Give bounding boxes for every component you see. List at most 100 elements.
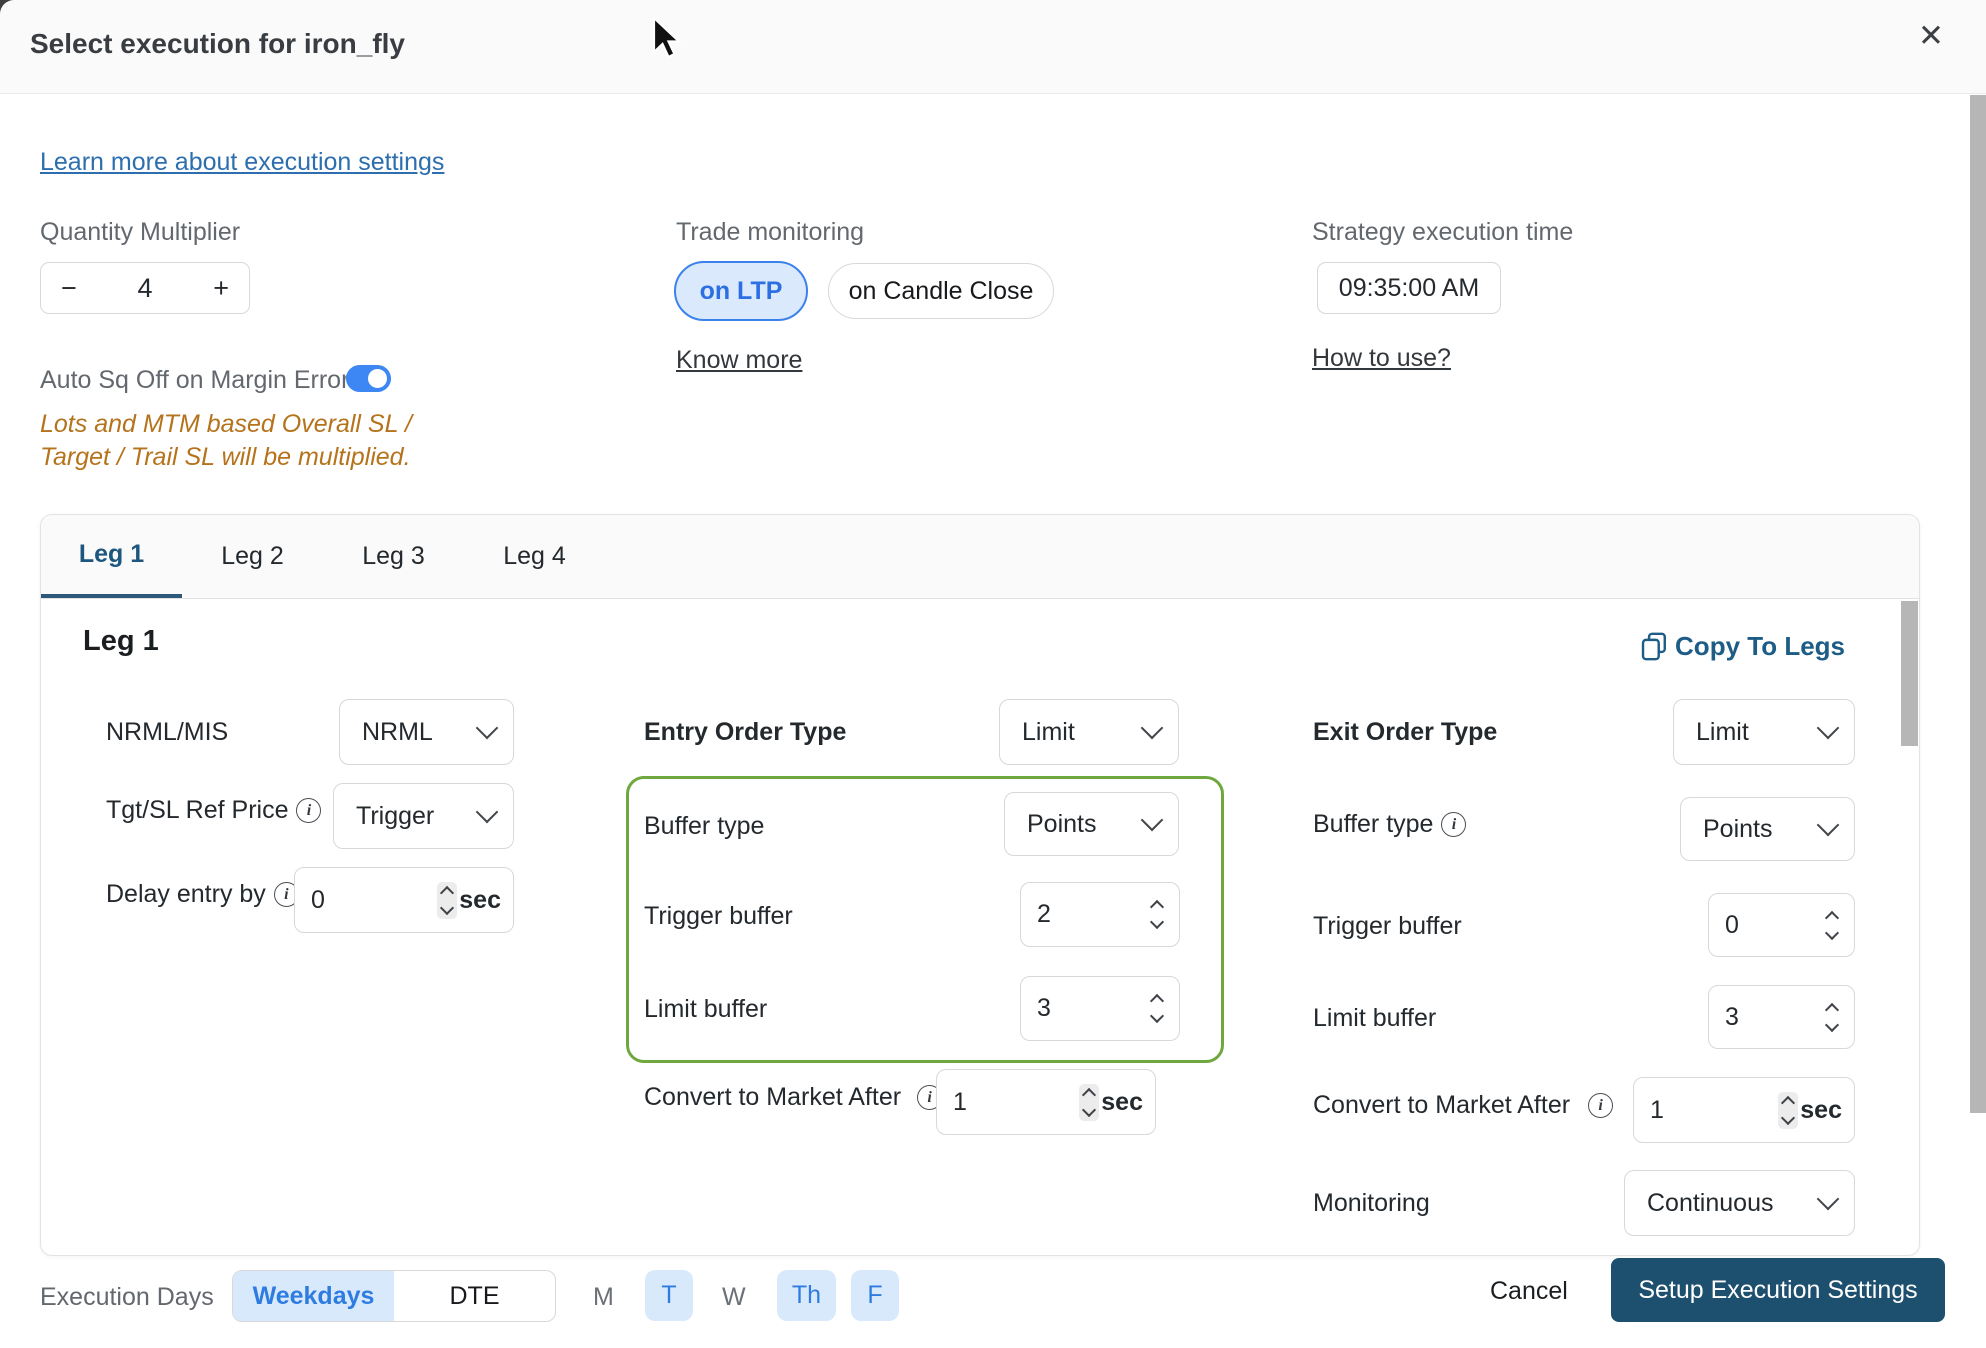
stepper-arrows-icon[interactable]	[1822, 999, 1842, 1036]
exit-buffer-type-label: Buffer type	[1313, 810, 1434, 838]
entry-limit-buffer-label: Limit buffer	[644, 995, 768, 1023]
entry-convert-unit: sec	[1101, 1087, 1143, 1116]
stepper-arrows-icon[interactable]	[1147, 896, 1167, 933]
page-scrollbar-thumb[interactable]	[1970, 95, 1986, 1113]
exit-limit-buffer-input[interactable]: 3	[1708, 985, 1855, 1049]
stepper-arrows-icon[interactable]	[1147, 990, 1167, 1027]
strategy-execution-time-label: Strategy execution time	[1312, 218, 1574, 246]
delay-entry-label-row: Delay entry by i	[106, 880, 299, 909]
setup-execution-settings-button[interactable]: Setup Execution Settings	[1611, 1258, 1945, 1322]
quantity-multiplier-label: Quantity Multiplier	[40, 218, 241, 246]
chevron-down-icon	[1816, 813, 1840, 837]
execution-days-label: Execution Days	[40, 1283, 214, 1311]
exit-trigger-buffer-input[interactable]: 0	[1708, 893, 1855, 957]
dte-option[interactable]: DTE	[394, 1271, 555, 1321]
exit-convert-value: 1	[1650, 1095, 1664, 1124]
entry-limit-buffer-value: 3	[1037, 994, 1051, 1022]
dialog-title: Select execution for iron_fly	[30, 28, 405, 59]
weekdays-option[interactable]: Weekdays	[233, 1271, 394, 1321]
quantity-decrement-button[interactable]: −	[61, 273, 77, 304]
multiplier-warning-line1: Lots and MTM based Overall SL /	[40, 410, 412, 438]
exit-trigger-buffer-value: 0	[1725, 910, 1739, 939]
nrml-mis-dropdown[interactable]: NRML	[339, 699, 514, 765]
exit-convert-input[interactable]: 1 sec	[1633, 1077, 1855, 1143]
entry-trigger-buffer-input[interactable]: 2	[1020, 882, 1180, 947]
learn-more-link[interactable]: Learn more about execution settings	[40, 148, 444, 177]
panel-scrollbar-thumb[interactable]	[1901, 601, 1918, 746]
exit-limit-buffer-value: 3	[1725, 1002, 1739, 1031]
entry-convert-label-row: Convert to Market After i	[644, 1083, 943, 1112]
exit-order-type-value: Limit	[1696, 717, 1749, 746]
dialog-header: Select execution for iron_fly ✕	[0, 0, 1986, 94]
exit-order-type-label: Exit Order Type	[1313, 718, 1498, 746]
monitoring-dropdown[interactable]: Continuous	[1624, 1170, 1855, 1236]
entry-order-type-label: Entry Order Type	[644, 718, 847, 746]
exit-convert-unit: sec	[1800, 1095, 1842, 1124]
chevron-down-icon	[475, 716, 499, 740]
exit-limit-buffer-label: Limit buffer	[1313, 1004, 1437, 1032]
exit-buffer-type-value: Points	[1703, 814, 1773, 843]
execution-days-mode-switch: Weekdays DTE	[232, 1270, 556, 1322]
entry-trigger-buffer-label: Trigger buffer	[644, 902, 793, 930]
delay-entry-value: 0	[311, 885, 325, 914]
copy-icon	[1641, 632, 1667, 661]
exit-buffer-type-label-row: Buffer type i	[1313, 810, 1467, 839]
tab-leg-2[interactable]: Leg 2	[182, 515, 323, 598]
strategy-execution-time-input[interactable]: 09:35:00 AM	[1317, 262, 1501, 314]
close-icon[interactable]: ✕	[1918, 18, 1944, 54]
stepper-arrows-icon[interactable]	[1079, 1083, 1100, 1121]
entry-limit-buffer-input[interactable]: 3	[1020, 976, 1180, 1041]
quantity-increment-button[interactable]: +	[213, 273, 229, 304]
entry-buffer-type-dropdown[interactable]: Points	[1004, 792, 1179, 856]
chevron-down-icon	[1140, 716, 1164, 740]
tab-leg-3[interactable]: Leg 3	[323, 515, 464, 598]
day-tuesday[interactable]: T	[645, 1270, 693, 1321]
leg-panel-title: Leg 1	[83, 625, 159, 657]
delay-entry-label: Delay entry by	[106, 880, 266, 908]
quantity-stepper: − 4 +	[40, 262, 250, 314]
stepper-arrows-icon[interactable]	[437, 881, 458, 919]
entry-trigger-buffer-value: 2	[1037, 900, 1051, 928]
chevron-down-icon	[1816, 1187, 1840, 1211]
day-thursday[interactable]: Th	[777, 1270, 836, 1321]
day-wednesday[interactable]: W	[722, 1283, 746, 1312]
entry-order-type-dropdown[interactable]: Limit	[999, 699, 1179, 765]
chevron-down-icon	[475, 800, 499, 824]
exit-buffer-type-dropdown[interactable]: Points	[1680, 797, 1855, 861]
copy-to-legs-button[interactable]: Copy To Legs	[1641, 631, 1845, 662]
entry-convert-label: Convert to Market After	[644, 1083, 902, 1111]
cancel-button[interactable]: Cancel	[1490, 1277, 1568, 1306]
tab-leg-4[interactable]: Leg 4	[464, 515, 605, 598]
know-more-link[interactable]: Know more	[676, 346, 802, 375]
exit-order-type-dropdown[interactable]: Limit	[1673, 699, 1855, 765]
toggle-knob	[368, 369, 387, 388]
day-friday[interactable]: F	[851, 1270, 899, 1321]
ref-price-value: Trigger	[356, 801, 435, 830]
leg-settings-card: Leg 1 Leg 2 Leg 3 Leg 4 Leg 1 Copy To Le…	[40, 514, 1920, 1256]
tab-leg-1[interactable]: Leg 1	[41, 515, 182, 598]
delay-entry-input[interactable]: 0 sec	[294, 867, 514, 933]
auto-sq-off-toggle[interactable]	[346, 365, 391, 392]
ref-price-label-row: Tgt/SL Ref Price i	[106, 796, 322, 825]
entry-buffer-type-label: Buffer type	[644, 812, 765, 840]
multiplier-warning-line2: Target / Trail SL will be multiplied.	[40, 443, 411, 471]
nrml-mis-value: NRML	[362, 717, 433, 746]
delay-entry-unit: sec	[459, 885, 501, 914]
info-icon[interactable]: i	[296, 798, 322, 823]
chevron-down-icon	[1816, 716, 1840, 740]
day-monday[interactable]: M	[593, 1283, 614, 1312]
monitoring-value: Continuous	[1647, 1188, 1774, 1217]
info-icon[interactable]: i	[1588, 1093, 1614, 1118]
ref-price-dropdown[interactable]: Trigger	[333, 783, 514, 849]
entry-convert-value: 1	[953, 1087, 967, 1116]
stepper-arrows-icon[interactable]	[1778, 1091, 1799, 1129]
how-to-use-link[interactable]: How to use?	[1312, 344, 1451, 373]
stepper-arrows-icon[interactable]	[1822, 907, 1842, 944]
on-candle-close-button[interactable]: on Candle Close	[828, 263, 1054, 319]
exit-convert-label: Convert to Market After	[1313, 1091, 1571, 1119]
info-icon[interactable]: i	[1441, 812, 1467, 837]
on-ltp-button[interactable]: on LTP	[674, 261, 808, 321]
quantity-value: 4	[137, 272, 153, 303]
entry-convert-input[interactable]: 1 sec	[936, 1069, 1156, 1135]
exit-trigger-buffer-label: Trigger buffer	[1313, 912, 1462, 940]
